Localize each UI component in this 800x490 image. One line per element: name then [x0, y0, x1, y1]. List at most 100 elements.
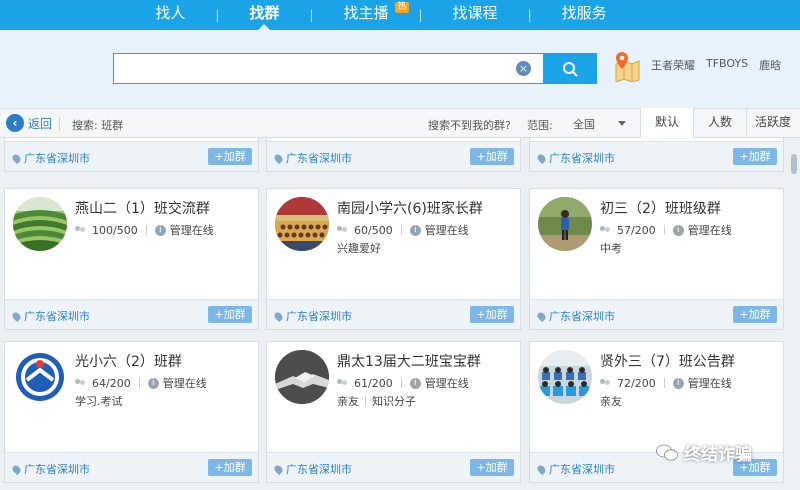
location-pin-icon: [10, 152, 23, 164]
location-pin-icon: [535, 152, 548, 164]
card-footer: 广东省深圳市 +加群: [267, 141, 520, 171]
meta-divider: [138, 378, 140, 388]
hot-tag-3[interactable]: 鹿晗: [759, 57, 781, 73]
search-band: × 王者荣耀 TFBOYS 鹿晗: [0, 30, 800, 108]
meta-divider: [145, 225, 147, 235]
join-group-button[interactable]: +加群: [208, 459, 252, 476]
hot-tag-1[interactable]: 王者荣耀: [651, 57, 695, 73]
group-tag: 学习.考试: [75, 395, 123, 408]
group-avatar: [13, 197, 67, 251]
group-meta: 57/200 i 管理在线: [600, 222, 732, 238]
members-icon: [337, 378, 349, 388]
card-location: 广东省深圳市: [272, 461, 352, 477]
group-meta: 64/200 i 管理在线: [75, 375, 207, 391]
group-name[interactable]: 初三（2）班班级群: [600, 198, 721, 218]
card-footer: 广东省深圳市 +加群: [267, 452, 520, 482]
group-card-partial[interactable]: 广东省深圳市 +加群: [4, 138, 259, 172]
hot-tag-2[interactable]: TFBOYS: [706, 57, 748, 73]
scrollbar-thumb[interactable]: [791, 154, 797, 174]
group-card[interactable]: 南园小学六(6)班家长群 60/500 i 管理在线 兴趣爱好 广东省深圳市 +…: [266, 188, 521, 330]
admin-status: 管理在线: [169, 224, 214, 237]
search-button[interactable]: [543, 53, 597, 84]
join-group-button[interactable]: +加群: [733, 148, 777, 165]
card-location: 广东省深圳市: [535, 308, 615, 324]
group-card[interactable]: 初三（2）班班级群 57/200 i 管理在线 中考 广东省深圳市 +加群: [529, 188, 784, 330]
card-location: 广东省深圳市: [10, 308, 90, 324]
join-group-button[interactable]: +加群: [208, 148, 252, 165]
classroom-image: [538, 350, 592, 404]
card-location: 广东省深圳市: [272, 150, 352, 166]
admin-status: 管理在线: [687, 224, 732, 237]
member-count: 72/200: [617, 376, 656, 390]
sort-tab-members[interactable]: 人数: [693, 108, 746, 138]
sort-tab-default[interactable]: 默认: [640, 108, 693, 138]
join-group-button[interactable]: +加群: [470, 306, 514, 323]
group-tags: 亲友: [600, 393, 622, 409]
watermark-text: 终结诈骗: [684, 445, 752, 465]
members-icon: [600, 378, 612, 388]
wechat-icon: [656, 444, 678, 461]
tab-find-hosts[interactable]: 找主播热: [313, 0, 418, 30]
sort-tab-activity[interactable]: 活跃度: [746, 108, 799, 138]
join-group-button[interactable]: +加群: [470, 148, 514, 165]
back-arrow-icon: ‹: [6, 114, 24, 132]
range-dropdown[interactable]: 全国: [567, 113, 635, 134]
group-tags: 学习.考试: [75, 393, 123, 409]
group-name[interactable]: 鼎太13届大二班宝宝群: [337, 351, 481, 371]
group-tag: 知识分子: [372, 395, 416, 408]
info-icon: i: [147, 377, 159, 389]
group-card-partial[interactable]: 广东省深圳市 +加群: [266, 138, 521, 172]
chevron-down-icon: [618, 121, 626, 126]
group-meta: 72/200 i 管理在线: [600, 375, 732, 391]
admin-status: 管理在线: [424, 377, 469, 390]
back-button[interactable]: ‹ 返回: [6, 114, 52, 132]
join-group-button[interactable]: +加群: [733, 306, 777, 323]
not-found-link[interactable]: 搜索不到我的群?: [428, 117, 511, 133]
card-location: 广东省深圳市: [10, 150, 90, 166]
location-text: 广东省深圳市: [549, 310, 615, 323]
meta-divider: [400, 225, 402, 235]
group-card-partial[interactable]: 广东省深圳市 +加群: [529, 138, 784, 172]
tab-find-groups[interactable]: 找群: [219, 0, 309, 30]
group-name[interactable]: 光小六（2）班群: [75, 351, 182, 371]
group-card[interactable]: 燕山二（1）班交流群 100/500 i 管理在线 广东省深圳市 +加群: [4, 188, 259, 330]
location-text: 广东省深圳市: [549, 152, 615, 165]
card-location: 广东省深圳市: [10, 461, 90, 477]
meta-divider: [663, 378, 665, 388]
tab-find-services[interactable]: 找服务: [532, 0, 637, 30]
tab-find-hosts-label: 找主播: [343, 4, 389, 22]
group-card[interactable]: 鼎太13届大二班宝宝群 61/200 i 管理在线 亲友 知识分子 广东省深圳市 …: [266, 341, 521, 483]
group-tags: 中考: [600, 240, 622, 256]
results-scrollbar[interactable]: [788, 138, 800, 490]
location-pin-icon: [272, 152, 285, 164]
tab-find-courses[interactable]: 找课程: [423, 0, 528, 30]
tab-find-people[interactable]: 找人: [125, 0, 215, 30]
group-meta: 60/500 i 管理在线: [337, 222, 469, 238]
members-icon: [600, 225, 612, 235]
member-count: 100/500: [92, 223, 138, 237]
group-tag: 亲友: [600, 395, 622, 408]
group-name[interactable]: 燕山二（1）班交流群: [75, 198, 210, 218]
info-icon: i: [154, 224, 166, 236]
location-text: 广东省深圳市: [286, 310, 352, 323]
join-group-button[interactable]: +加群: [208, 306, 252, 323]
top-nav: 找人 | 找群 | 找主播热 | 找课程 | 找服务: [0, 0, 800, 30]
group-card[interactable]: 光小六（2）班群 64/200 i 管理在线 学习.考试 广东省深圳市 +加群: [4, 341, 259, 483]
tea-field-image: [13, 197, 67, 251]
location-text: 广东省深圳市: [286, 463, 352, 476]
join-group-button[interactable]: +加群: [470, 459, 514, 476]
group-avatar: [538, 350, 592, 404]
group-name[interactable]: 南园小学六(6)班家长群: [337, 198, 483, 218]
clear-icon[interactable]: ×: [516, 61, 531, 76]
group-name[interactable]: 贤外三（7）班公告群: [600, 351, 735, 371]
location-text: 广东省深圳市: [24, 152, 90, 165]
school-logo-image: [13, 350, 67, 404]
location-text: 广东省深圳市: [24, 310, 90, 323]
location-pin-icon: [535, 310, 548, 322]
map-location-icon[interactable]: [612, 50, 640, 82]
search-input[interactable]: ×: [113, 53, 543, 84]
tag-divider: [365, 396, 366, 406]
card-footer: 广东省深圳市 +加群: [530, 299, 783, 329]
search-icon: [563, 61, 578, 76]
card-footer: 广东省深圳市 +加群: [5, 141, 258, 171]
